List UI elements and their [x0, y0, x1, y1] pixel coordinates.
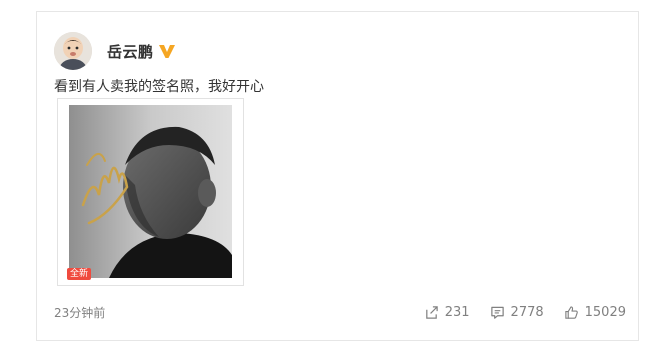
post-image[interactable]	[69, 105, 232, 278]
repost-button[interactable]: 231	[424, 305, 470, 320]
author-avatar[interactable]	[54, 32, 92, 70]
share-icon	[425, 306, 438, 319]
avatar-image	[54, 32, 92, 70]
weibo-post-card: 岳云鹏 看到有人卖我的签名照，我好开心 全新 23分钟前 231 2778 15…	[36, 11, 639, 341]
comment-button[interactable]: 2778	[490, 305, 544, 320]
comment-icon	[490, 306, 504, 319]
like-count: 15029	[584, 305, 626, 320]
repost-count: 231	[444, 305, 470, 320]
author-name[interactable]: 岳云鹏	[107, 41, 154, 62]
post-timestamp[interactable]: 23分钟前	[54, 304, 105, 321]
thumbs-up-icon	[564, 306, 578, 319]
post-actions: 231 2778 15029	[404, 305, 626, 320]
like-button[interactable]: 15029	[564, 305, 626, 320]
new-badge: 全新	[67, 268, 92, 280]
verified-v-icon	[159, 45, 175, 58]
post-text: 看到有人卖我的签名照，我好开心	[54, 79, 264, 95]
post-image-frame[interactable]	[57, 98, 244, 286]
signed-photo	[69, 105, 232, 278]
comment-count: 2778	[510, 305, 544, 320]
